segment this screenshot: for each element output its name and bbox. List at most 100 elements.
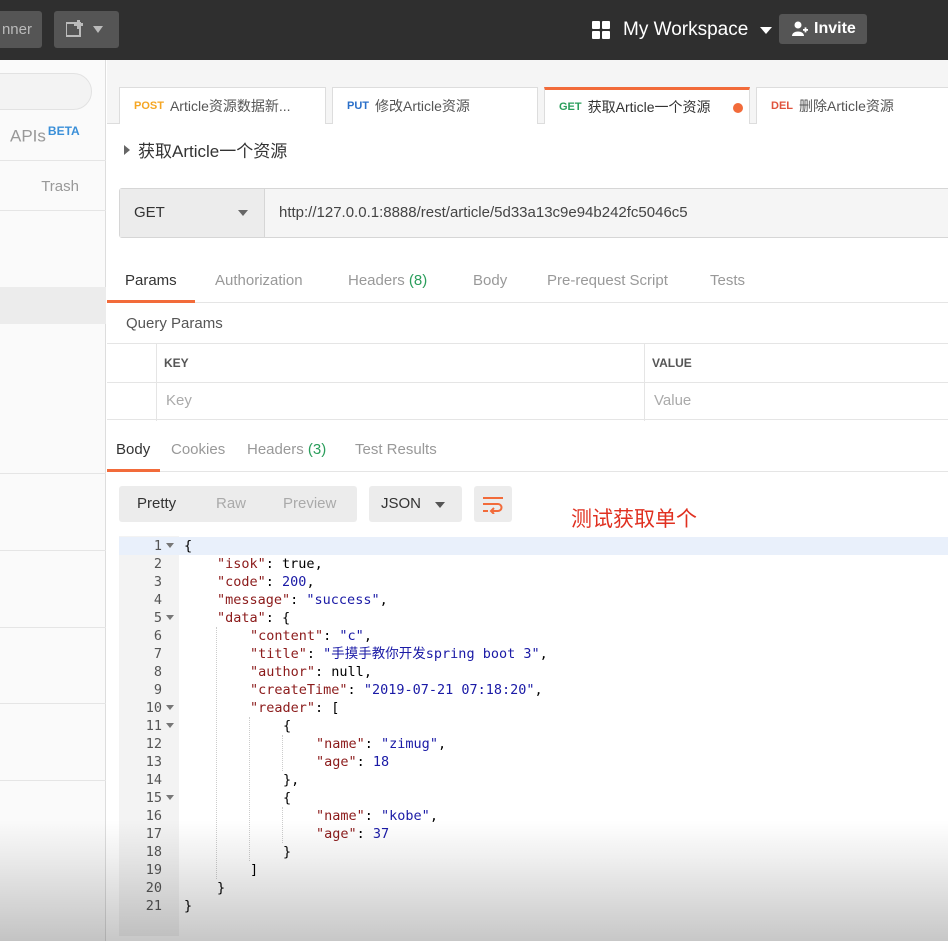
tab-title: Article资源数据新...: [169, 98, 291, 114]
add-user-icon: [792, 21, 808, 36]
code-text: "data": {: [217, 610, 291, 626]
tab-body[interactable]: Body: [473, 272, 507, 289]
tab-title: 修改Article资源: [375, 98, 470, 114]
indent-guide: [216, 627, 217, 879]
method-label: GET: [134, 204, 165, 221]
indent-guide: [249, 717, 250, 861]
request-tab-bar: POST Article资源数据新... PUT 修改Article资源 GET…: [107, 60, 948, 124]
code-line: 20}: [119, 879, 948, 897]
code-line: 4 "message": "success",: [119, 591, 948, 609]
code-text: "code": 200,: [217, 574, 315, 590]
response-body-editor[interactable]: 1{2 "isok": true, 3 "code": 200, 4 "message":…: [119, 536, 948, 936]
code-line: 21}: [119, 897, 948, 915]
fold-toggle-icon[interactable]: [166, 705, 174, 710]
code-line: 1{: [119, 537, 948, 555]
chevron-down-icon: [435, 502, 445, 508]
code-text: "age": 18: [316, 754, 390, 770]
fold-toggle-icon[interactable]: [166, 795, 174, 800]
line-number: 18: [145, 844, 162, 860]
tab-headers[interactable]: Headers (8): [348, 272, 427, 289]
query-params-table: KEY VALUE Key Value: [107, 343, 948, 421]
method-select[interactable]: GET: [120, 189, 265, 237]
workspace-grid-icon: [592, 21, 610, 39]
line-number: 8: [153, 664, 162, 680]
indent-guide: [282, 807, 283, 843]
tab-test-results[interactable]: Test Results: [355, 441, 437, 458]
method-badge: PUT: [347, 100, 369, 112]
key-input[interactable]: Key: [166, 392, 192, 409]
fold-toggle-icon[interactable]: [166, 543, 174, 548]
code-line: 13 "age": 18: [119, 753, 948, 771]
code-line: 16 "name": "kobe",: [119, 807, 948, 825]
code-text: }: [217, 880, 226, 896]
tab-response-body[interactable]: Body: [116, 441, 150, 458]
code-line: 15 {: [119, 789, 948, 807]
tab-params[interactable]: Params: [125, 272, 177, 289]
code-line: 2 "isok": true,: [119, 555, 948, 573]
sidebar-divider: [0, 703, 106, 704]
beta-badge: BETA: [47, 124, 80, 138]
preview-button[interactable]: Preview: [283, 495, 336, 512]
sidebar-tab-apis[interactable]: APIs BETA: [10, 124, 80, 147]
value-input[interactable]: Value: [654, 392, 691, 409]
code-line: 8 "author": null,: [119, 663, 948, 681]
line-number: 7: [153, 646, 162, 662]
invite-button[interactable]: Invite: [779, 14, 867, 44]
method-badge: GET: [559, 101, 582, 113]
code-line: 18}: [119, 843, 948, 861]
tab-get-article[interactable]: GET 获取Article一个资源: [544, 87, 750, 124]
code-text: {: [283, 790, 292, 806]
new-tab-plus-icon: [66, 20, 83, 37]
tab-tests[interactable]: Tests: [710, 272, 745, 289]
chevron-down-icon: [238, 210, 248, 216]
tab-del-article[interactable]: DEL 删除Article资源: [756, 87, 948, 124]
code-text: },: [283, 772, 300, 788]
line-number: 21: [145, 898, 162, 914]
request-name[interactable]: 获取Article一个资源: [124, 137, 287, 162]
wrap-lines-icon: [483, 497, 503, 514]
tab-cookies[interactable]: Cookies: [171, 441, 225, 458]
tab-authorization[interactable]: Authorization: [215, 272, 303, 289]
line-number: 10: [145, 700, 162, 716]
line-number: 5: [153, 610, 162, 626]
url-input[interactable]: http://127.0.0.1:8888/rest/article/5d33a…: [279, 189, 688, 237]
apis-label: APIs: [10, 126, 46, 146]
line-number: 16: [145, 808, 162, 824]
query-params-title: Query Params: [126, 315, 223, 332]
sidebar-divider: [0, 627, 106, 628]
new-button[interactable]: [54, 11, 119, 48]
view-mode-group: Pretty Raw Preview: [119, 486, 357, 522]
indent-guide: [282, 735, 283, 771]
code-line: 19]: [119, 861, 948, 879]
line-number: 6: [153, 628, 162, 644]
fold-toggle-icon[interactable]: [166, 723, 174, 728]
code-text: "reader": [: [250, 700, 340, 716]
method-badge: POST: [134, 100, 164, 112]
sidebar-search-input[interactable]: [0, 73, 92, 110]
line-number: 13: [145, 754, 162, 770]
workspace-label: My Workspace: [623, 19, 749, 40]
pretty-button[interactable]: Pretty: [137, 495, 176, 512]
raw-button[interactable]: Raw: [216, 495, 246, 512]
wrap-lines-button[interactable]: [474, 486, 512, 522]
language-select[interactable]: JSON: [369, 486, 462, 522]
tab-post-article[interactable]: POST Article资源数据新...: [119, 87, 326, 124]
line-number: 12: [145, 736, 162, 752]
tab-put-article[interactable]: PUT 修改Article资源: [332, 87, 538, 124]
chevron-down-icon: [760, 26, 773, 34]
value-column-header: VALUE: [652, 356, 692, 370]
workspace-switcher[interactable]: My Workspace: [592, 16, 773, 44]
fold-toggle-icon[interactable]: [166, 615, 174, 620]
sidebar-trash-link[interactable]: Trash: [41, 178, 79, 195]
tab-prerequest-script[interactable]: Pre-request Script: [547, 272, 668, 289]
method-badge: DEL: [771, 100, 793, 112]
sidebar-item-selected[interactable]: [0, 287, 106, 324]
code-line: 10 "reader": [: [119, 699, 948, 717]
code-text: "content": "c",: [250, 628, 372, 644]
code-text: "age": 37: [316, 826, 390, 842]
code-text: "message": "success",: [217, 592, 388, 608]
line-number: 15: [145, 790, 162, 806]
tab-response-headers[interactable]: Headers (3): [247, 441, 326, 458]
language-label: JSON: [381, 495, 422, 512]
runner-button[interactable]: nner: [0, 11, 42, 48]
